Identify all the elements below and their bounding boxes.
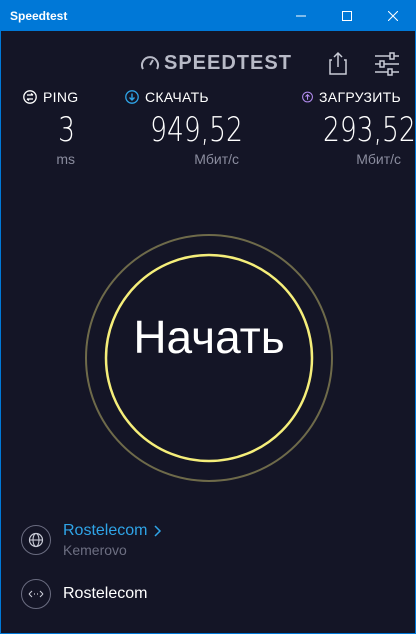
- download-metric: СКАЧАТЬ 949,52 Мбит/с: [125, 89, 243, 167]
- close-icon: [388, 10, 398, 21]
- speedtest-logo: SPEEDTEST: [140, 52, 292, 75]
- settings-button[interactable]: [373, 52, 401, 76]
- download-unit: Мбит/с: [194, 151, 239, 167]
- server-city: Kemerovo: [63, 542, 127, 558]
- server-isp-name: Rostelecom: [63, 522, 148, 539]
- download-arrow-icon: [125, 90, 139, 104]
- connection-icon: [28, 590, 44, 598]
- upload-arrow-icon: [302, 91, 313, 103]
- download-header: СКАЧАТЬ: [125, 89, 239, 105]
- maximize-icon: [342, 10, 352, 21]
- ping-unit: ms: [56, 151, 75, 167]
- minimize-icon: [296, 15, 306, 16]
- upload-unit: Мбит/с: [356, 151, 401, 167]
- ping-label: PING: [43, 89, 79, 105]
- app-header: SPEEDTEST: [1, 48, 416, 80]
- upload-metric: ЗАГРУЗИТЬ 293,52 Мбит/с: [301, 89, 416, 167]
- sliders-icon: [375, 52, 399, 76]
- share-button[interactable]: [326, 50, 350, 76]
- ping-value: 3: [58, 110, 75, 150]
- speedometer-icon: [141, 55, 159, 69]
- globe-icon: [28, 532, 44, 548]
- ping-metric: PING 3 ms: [23, 89, 83, 167]
- server-info: Rostelecom Kemerovo: [63, 522, 163, 558]
- upload-value: 293,52: [323, 110, 416, 150]
- globe-icon-circle: [21, 525, 51, 555]
- connection-icon-circle: [21, 579, 51, 609]
- app-body: SPEEDTEST PING 3 ms СКАЧАТЬ 949,52 Мбит/…: [0, 31, 416, 634]
- download-value: 949,52: [150, 110, 243, 150]
- maximize-button[interactable]: [324, 0, 370, 31]
- logo-text: SPEEDTEST: [164, 52, 292, 74]
- title-bar: Speedtest: [0, 0, 416, 31]
- server-selector[interactable]: Rostelecom Kemerovo: [21, 522, 163, 558]
- close-button[interactable]: [370, 0, 416, 31]
- share-icon: [329, 51, 347, 75]
- ping-icon: [23, 90, 37, 104]
- connection-info: Rostelecom: [21, 579, 147, 609]
- minimize-button[interactable]: [278, 0, 324, 31]
- window-title: Speedtest: [10, 8, 68, 23]
- download-label: СКАЧАТЬ: [145, 89, 209, 105]
- chevron-right-icon: [154, 525, 162, 537]
- upload-label: ЗАГРУЗИТЬ: [319, 89, 401, 105]
- server-isp-row[interactable]: Rostelecom: [63, 522, 163, 540]
- upload-header: ЗАГРУЗИТЬ: [302, 89, 401, 105]
- start-label[interactable]: Начать: [84, 302, 334, 372]
- connection-isp-name: Rostelecom: [63, 585, 148, 602]
- ping-header: PING: [23, 89, 83, 105]
